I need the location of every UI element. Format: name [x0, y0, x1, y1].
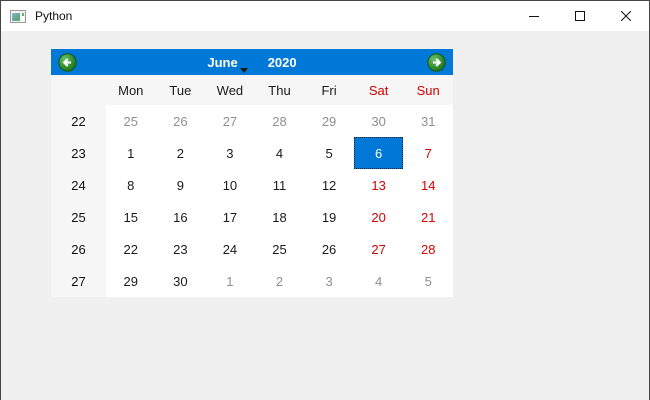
day-cell-selected[interactable]: 6: [353, 137, 404, 169]
day-cell[interactable]: 29: [304, 105, 354, 137]
day-cell[interactable]: 8: [106, 169, 156, 201]
day-cell[interactable]: 28: [403, 233, 453, 265]
day-cell[interactable]: 4: [254, 137, 305, 169]
day-header-tue: Tue: [155, 75, 206, 105]
week-number: 25: [51, 201, 106, 233]
day-cell[interactable]: 9: [155, 169, 206, 201]
week-number: 24: [51, 169, 106, 201]
prev-month-button[interactable]: [58, 52, 77, 72]
day-cell[interactable]: 14: [403, 169, 453, 201]
day-cell[interactable]: 23: [155, 233, 206, 265]
month-label: June: [207, 54, 238, 70]
window-controls: [511, 1, 649, 31]
day-cell[interactable]: 20: [353, 201, 404, 233]
app-window: Python June 2020 Mon Tue Wed Thu Fri Sat…: [0, 0, 650, 400]
day-cell[interactable]: 3: [205, 137, 255, 169]
calendar-nav-bar: June 2020: [51, 49, 453, 75]
calendar-corner-cell: [51, 75, 106, 105]
minimize-button[interactable]: [511, 1, 557, 31]
maximize-icon: [575, 11, 585, 21]
app-window-icon: [10, 9, 26, 23]
calendar-table: Mon Tue Wed Thu Fri Sat Sun 22 25 26 27 28 29 30 31 23 1…: [51, 75, 453, 297]
day-cell[interactable]: 19: [304, 201, 354, 233]
arrow-right-circle-icon: [427, 52, 446, 72]
nav-center: June 2020: [77, 54, 427, 73]
day-cell[interactable]: 4: [353, 265, 404, 297]
day-cell[interactable]: 7: [403, 137, 453, 169]
day-cell[interactable]: 3: [304, 265, 354, 297]
day-cell[interactable]: 29: [106, 265, 156, 297]
day-cell[interactable]: 30: [353, 105, 404, 137]
arrow-left-circle-icon: [58, 52, 77, 72]
day-cell[interactable]: 25: [254, 233, 305, 265]
day-cell[interactable]: 13: [353, 169, 404, 201]
week-number: 26: [51, 233, 106, 265]
next-month-button[interactable]: [427, 52, 446, 72]
month-select-button[interactable]: June: [207, 54, 248, 73]
week-number: 22: [51, 105, 106, 137]
maximize-button[interactable]: [557, 1, 603, 31]
window-title: Python: [35, 9, 73, 23]
close-icon: [621, 11, 631, 21]
day-cell[interactable]: 18: [254, 201, 305, 233]
week-number: 23: [51, 137, 106, 169]
day-header-mon: Mon: [106, 75, 156, 105]
day-header-fri: Fri: [304, 75, 354, 105]
day-cell[interactable]: 2: [155, 137, 206, 169]
day-header-wed: Wed: [205, 75, 255, 105]
day-header-sat: Sat: [353, 75, 404, 105]
day-cell[interactable]: 27: [205, 105, 255, 137]
day-cell[interactable]: 26: [304, 233, 354, 265]
chevron-down-icon: [239, 67, 248, 73]
day-cell[interactable]: 31: [403, 105, 453, 137]
day-cell[interactable]: 25: [106, 105, 156, 137]
day-cell[interactable]: 15: [106, 201, 156, 233]
day-header-sun: Sun: [403, 75, 453, 105]
day-header-thu: Thu: [254, 75, 305, 105]
day-cell[interactable]: 26: [155, 105, 206, 137]
year-select-button[interactable]: 2020: [268, 55, 297, 70]
week-number: 27: [51, 265, 106, 297]
day-cell[interactable]: 1: [205, 265, 255, 297]
day-cell[interactable]: 28: [254, 105, 305, 137]
day-cell[interactable]: 5: [403, 265, 453, 297]
close-button[interactable]: [603, 1, 649, 31]
day-cell[interactable]: 27: [353, 233, 404, 265]
day-cell[interactable]: 2: [254, 265, 305, 297]
day-cell[interactable]: 5: [304, 137, 354, 169]
titlebar: Python: [1, 1, 649, 31]
day-cell[interactable]: 21: [403, 201, 453, 233]
minimize-icon: [529, 16, 539, 17]
day-cell[interactable]: 11: [254, 169, 305, 201]
day-cell[interactable]: 1: [106, 137, 156, 169]
day-cell[interactable]: 24: [205, 233, 255, 265]
day-cell[interactable]: 22: [106, 233, 156, 265]
day-cell[interactable]: 10: [205, 169, 255, 201]
calendar-widget: June 2020 Mon Tue Wed Thu Fri Sat Sun 22 25 26 27 2…: [51, 49, 453, 297]
day-cell[interactable]: 30: [155, 265, 206, 297]
day-cell[interactable]: 16: [155, 201, 206, 233]
day-cell[interactable]: 17: [205, 201, 255, 233]
day-cell[interactable]: 12: [304, 169, 354, 201]
